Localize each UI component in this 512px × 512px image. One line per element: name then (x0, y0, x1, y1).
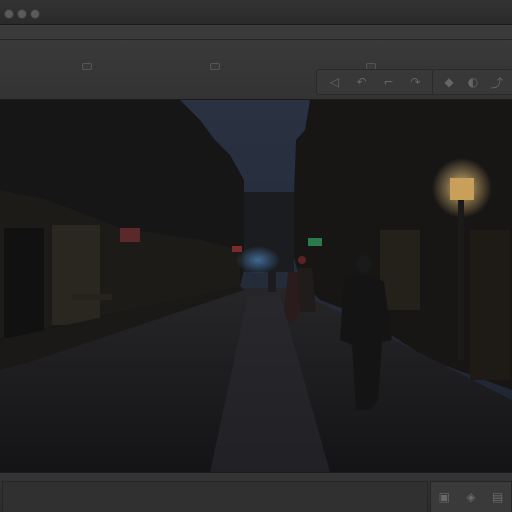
left-shop-window (52, 225, 100, 325)
bench (72, 294, 112, 300)
bottom-bar: ▣ ◈ ▤ (0, 472, 512, 512)
right-doorway (470, 230, 510, 380)
close-window-button[interactable] (4, 9, 14, 19)
title-bar (0, 0, 512, 25)
left-doorway (4, 228, 44, 338)
toolbar-marker-center (210, 63, 220, 70)
folder-icon[interactable]: ▤ (489, 488, 507, 506)
window-controls (4, 9, 40, 19)
top-toolbar: ◁ ↶ ⌐ ↷ ◆ ◐ ⤴ (0, 25, 512, 100)
rotate-left-icon[interactable]: ↶ (353, 73, 371, 91)
toolbar-divider (0, 39, 512, 40)
street-lamp (450, 178, 474, 200)
photo-icon[interactable]: ▣ (435, 488, 453, 506)
rotate-right-icon[interactable]: ↷ (407, 73, 425, 91)
blue-light-glow (236, 246, 280, 274)
tag-icon[interactable]: ◈ (462, 488, 480, 506)
image-viewer[interactable] (0, 100, 512, 472)
filmstrip-area[interactable] (2, 481, 428, 512)
crop-icon[interactable]: ⌐ (380, 73, 398, 91)
minimize-window-button[interactable] (17, 9, 27, 19)
toolbar-marker-left (82, 63, 92, 70)
droplet-icon[interactable]: ◆ (440, 73, 458, 91)
adjust-icon[interactable]: ◐ (464, 73, 482, 91)
back-icon[interactable]: ◁ (326, 73, 344, 91)
green-sign (308, 238, 322, 246)
adjust-tool-group: ◆ ◐ ⤴ (432, 69, 512, 95)
red-sign (232, 246, 242, 252)
walking-person-head (356, 255, 372, 273)
photo-editor-window: ◁ ↶ ⌐ ↷ ◆ ◐ ⤴ ▣ ◈ ▤ (0, 0, 512, 512)
distant-person-3 (268, 272, 276, 292)
maximize-window-button[interactable] (30, 9, 40, 19)
edit-tool-group: ◁ ↶ ⌐ ↷ (316, 69, 434, 95)
left-shop-sign (120, 228, 140, 242)
photo-canvas (0, 100, 512, 472)
distant-person-red-hat (298, 256, 306, 264)
bottom-tool-group: ▣ ◈ ▤ (430, 481, 512, 512)
share-icon[interactable]: ⤴ (488, 73, 506, 91)
lamp-post (458, 200, 464, 360)
